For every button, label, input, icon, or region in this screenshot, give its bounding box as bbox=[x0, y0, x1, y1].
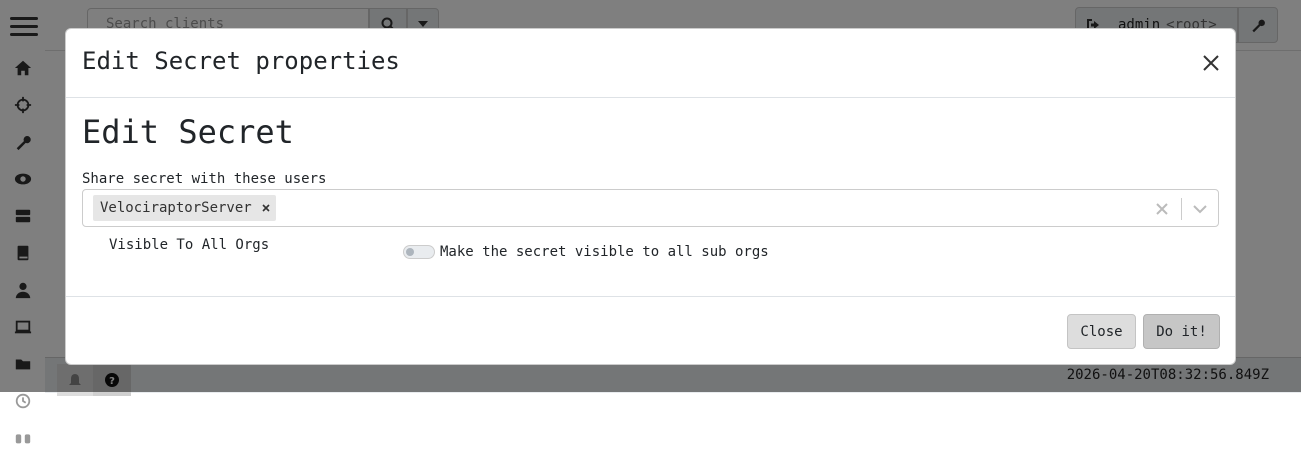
close-button[interactable]: Close bbox=[1067, 314, 1136, 349]
section-title: Edit Secret bbox=[82, 113, 294, 151]
modal-title: Edit Secret properties bbox=[82, 47, 400, 75]
chip-label: VelociraptorServer bbox=[100, 200, 252, 216]
share-users-label: Share secret with these users bbox=[82, 171, 327, 187]
modal-header: Edit Secret properties bbox=[66, 29, 1235, 98]
close-icon[interactable] bbox=[1201, 53, 1221, 73]
visible-all-orgs-label: Visible To All Orgs bbox=[109, 237, 270, 253]
visible-all-orgs-toggle[interactable] bbox=[403, 245, 435, 259]
selected-user-chip: VelociraptorServer bbox=[93, 195, 276, 221]
toggle-description: Make the secret visible to all sub orgs bbox=[440, 244, 769, 260]
edit-secret-dialog: Edit Secret properties Edit Secret Share… bbox=[65, 28, 1236, 365]
share-users-select[interactable]: VelociraptorServer bbox=[82, 189, 1219, 227]
binoculars-icon[interactable] bbox=[13, 428, 33, 448]
chevron-down-icon[interactable] bbox=[1190, 199, 1210, 219]
do-it-button[interactable]: Do it! bbox=[1143, 314, 1220, 349]
history-icon[interactable] bbox=[13, 391, 33, 411]
modal-footer: Close Do it! bbox=[66, 296, 1235, 365]
clear-selection-icon[interactable] bbox=[1152, 199, 1172, 219]
indicator-separator bbox=[1181, 198, 1182, 220]
toggle-knob bbox=[406, 248, 414, 256]
chip-remove-icon[interactable] bbox=[258, 195, 276, 221]
